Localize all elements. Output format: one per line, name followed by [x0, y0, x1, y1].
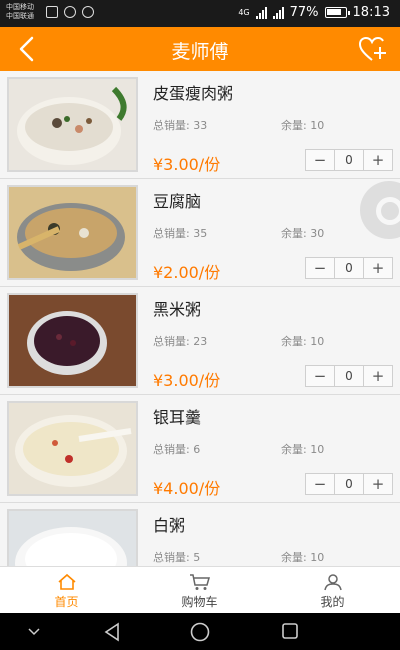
status-right: 4G 77% 18:13 — [238, 5, 390, 20]
list-item[interactable]: 皮蛋瘦肉粥 总销量: 33 余量: 10 ¥3.00/份 − 0 + — [0, 71, 400, 179]
signal-icon — [255, 6, 267, 19]
quantity-value: 0 — [334, 474, 364, 494]
increase-button[interactable]: + — [364, 258, 392, 278]
tab-profile-label: 我的 — [320, 595, 345, 609]
increase-button[interactable]: + — [364, 474, 392, 494]
quantity-stepper: − 0 + — [305, 257, 393, 279]
chevron-down-icon[interactable] — [26, 622, 42, 640]
product-name: 白粥 — [153, 516, 186, 535]
product-price: ¥3.00/份 — [153, 155, 221, 174]
remaining-stock: 余量: 10 — [281, 551, 325, 564]
shield-icon — [64, 6, 76, 18]
battery-icon — [324, 7, 350, 18]
product-image — [7, 293, 138, 388]
battery-percent: 77% — [289, 5, 319, 20]
quantity-value: 0 — [334, 366, 364, 386]
tab-profile[interactable]: 我的 — [266, 567, 399, 614]
bottom-tab-bar: 首页 购物车 我的 — [0, 566, 400, 613]
product-image — [7, 185, 138, 280]
product-name: 银耳羹 — [153, 408, 202, 427]
tab-cart-label: 购物车 — [181, 595, 218, 609]
cart-icon — [189, 574, 210, 590]
gallery-icon — [46, 6, 58, 18]
tab-home-label: 首页 — [54, 595, 79, 609]
total-sales: 总销量: 5 — [153, 551, 201, 564]
quantity-stepper: − 0 + — [305, 473, 393, 495]
product-price: ¥4.00/份 — [153, 479, 221, 498]
status-notification-icons — [46, 6, 94, 18]
nav-home-icon[interactable] — [189, 622, 211, 644]
quantity-value: 0 — [334, 150, 364, 170]
remaining-stock: 余量: 10 — [281, 119, 325, 132]
list-item[interactable]: 银耳羹 总销量: 6 余量: 10 ¥4.00/份 − 0 + — [0, 395, 400, 503]
remaining-stock: 余量: 30 — [281, 227, 325, 240]
tab-home[interactable]: 首页 — [0, 567, 133, 614]
list-item[interactable]: 豆腐脑 总销量: 35 余量: 30 ¥2.00/份 − 0 + — [0, 179, 400, 287]
tab-cart[interactable]: 购物车 — [133, 567, 266, 614]
product-image — [7, 509, 138, 566]
product-name: 黑米粥 — [153, 300, 202, 319]
increase-button[interactable]: + — [364, 366, 392, 386]
network-type: 4G — [238, 8, 250, 17]
home-icon — [57, 573, 76, 590]
nav-recents-icon[interactable] — [280, 622, 300, 642]
product-list[interactable]: 皮蛋瘦肉粥 总销量: 33 余量: 10 ¥3.00/份 − 0 + 豆腐脑 总… — [0, 71, 400, 566]
list-item[interactable]: 白粥 总销量: 5 余量: 10 — [0, 503, 400, 566]
clock: 18:13 — [352, 5, 390, 20]
app-header: 麦师傅 — [0, 27, 400, 71]
signal-icon-2 — [272, 6, 284, 19]
total-sales: 总销量: 6 — [153, 443, 201, 456]
system-nav-bar — [0, 613, 400, 650]
total-sales: 总销量: 33 — [153, 119, 208, 132]
decrease-button[interactable]: − — [306, 258, 334, 278]
list-item[interactable]: 黑米粥 总销量: 23 余量: 10 ¥3.00/份 − 0 + — [0, 287, 400, 395]
increase-button[interactable]: + — [364, 150, 392, 170]
carrier-2: 中国联通 — [6, 12, 34, 20]
remaining-stock: 余量: 10 — [281, 443, 325, 456]
product-name: 豆腐脑 — [153, 192, 202, 211]
quantity-stepper: − 0 + — [305, 149, 393, 171]
quantity-value: 0 — [334, 258, 364, 278]
status-bar: 中国移动 中国联通 4G 77% 18:13 — [0, 0, 400, 27]
product-name: 皮蛋瘦肉粥 — [153, 84, 234, 103]
alien-icon — [82, 6, 94, 18]
remaining-stock: 余量: 10 — [281, 335, 325, 348]
product-image — [7, 401, 138, 496]
decrease-button[interactable]: − — [306, 474, 334, 494]
heart-plus-icon[interactable] — [358, 35, 388, 63]
total-sales: 总销量: 35 — [153, 227, 208, 240]
total-sales: 总销量: 23 — [153, 335, 208, 348]
decrease-button[interactable]: − — [306, 366, 334, 386]
nav-back-icon[interactable] — [102, 622, 122, 642]
product-price: ¥3.00/份 — [153, 371, 221, 390]
product-image — [7, 77, 138, 172]
carrier-1: 中国移动 — [6, 3, 34, 11]
page-title: 麦师傅 — [171, 41, 229, 63]
quantity-stepper: − 0 + — [305, 365, 393, 387]
decrease-button[interactable]: − — [306, 150, 334, 170]
product-price: ¥2.00/份 — [153, 263, 221, 282]
person-icon — [323, 574, 342, 591]
carrier-labels: 中国移动 中国联通 — [6, 3, 34, 21]
